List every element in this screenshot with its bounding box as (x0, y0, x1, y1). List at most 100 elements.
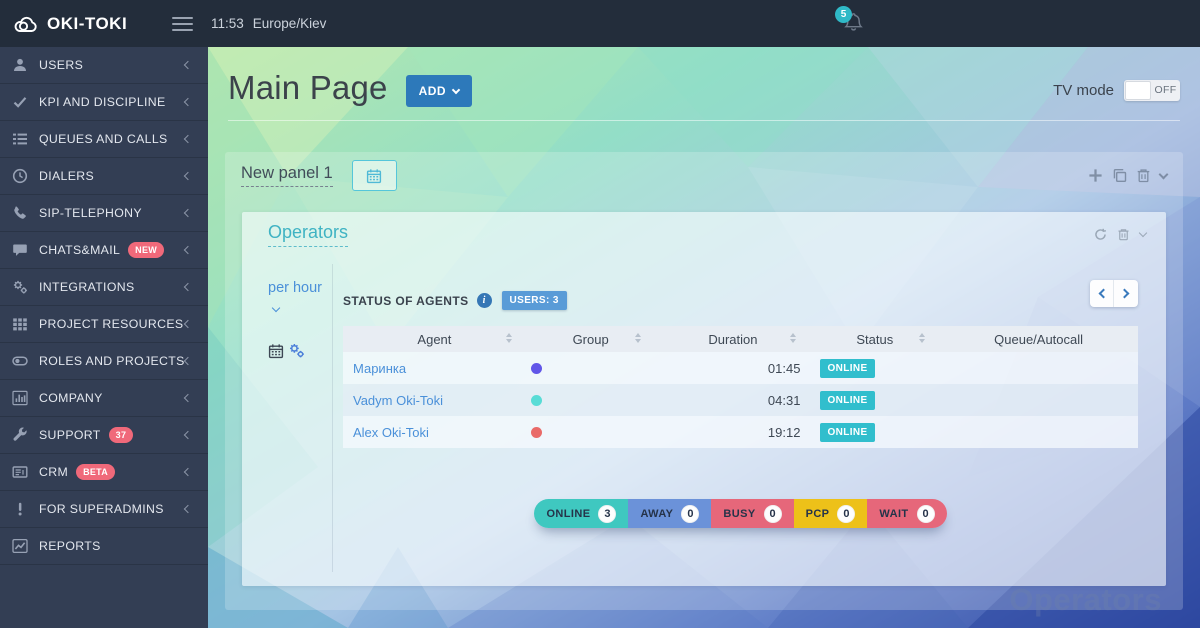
tv-mode-label: TV mode (1053, 82, 1114, 99)
duration-cell: 01:45 (655, 352, 810, 384)
grid-icon (12, 316, 28, 332)
chevron-left-icon (184, 135, 192, 143)
sidebar-item-label: KPI AND DISCIPLINE (39, 95, 166, 109)
check-icon (12, 94, 28, 110)
group-color-dot (531, 395, 542, 406)
info-icon[interactable]: i (477, 293, 492, 308)
sidebar-item-dialers[interactable]: DIALERS (0, 158, 208, 195)
status-segment-count: 0 (917, 505, 935, 523)
sort-control[interactable] (506, 333, 512, 343)
chevron-left-icon (1098, 289, 1108, 299)
chevron-left-icon (184, 431, 192, 439)
sidebar-item-queues-and-calls[interactable]: QUEUES AND CALLS (0, 121, 208, 158)
sidebar-item-kpi-and-discipline[interactable]: KPI AND DISCIPLINE (0, 84, 208, 121)
delete-panel-icon[interactable] (1136, 168, 1151, 183)
agent-link[interactable]: Vadym Oki-Toki (343, 393, 443, 408)
widget-calendar-icon[interactable] (268, 343, 284, 359)
clock: 11:53 Europe/Kiev (211, 16, 326, 31)
collapse-panel-icon[interactable] (1159, 169, 1169, 179)
notifications-button[interactable]: 5 (843, 11, 864, 39)
table-header: Agent Group Duration Status Queue/Autoca… (343, 326, 1138, 352)
status-segment-label: ONLINE (546, 508, 590, 520)
collapse-widget-icon[interactable] (1139, 229, 1147, 237)
sidebar-item-sip-telephony[interactable]: SIP-TELEPHONY (0, 195, 208, 232)
widget-watermark: Operators (1009, 582, 1162, 618)
toggle-knob (1125, 81, 1151, 100)
sidebar-item-label: SUPPORT (39, 428, 101, 442)
list-icon (12, 131, 28, 147)
status-filter-online[interactable]: ONLINE 3 (534, 499, 628, 528)
sidebar-item-label: CRM (39, 465, 68, 479)
sidebar-item-badge: 37 (109, 427, 134, 443)
chevron-left-icon (184, 468, 192, 476)
page-title: Main Page (228, 69, 388, 107)
sidebar-item-roles-and-projects[interactable]: ROLES AND PROJECTS (0, 343, 208, 380)
sidebar-item-crm[interactable]: CRM BETA (0, 454, 208, 491)
prev-page-button[interactable] (1090, 280, 1114, 307)
sidebar-item-company[interactable]: COMPANY (0, 380, 208, 417)
status-filter-busy[interactable]: BUSY 0 (711, 499, 793, 528)
sidebar-nav: USERS KPI AND DISCIPLINE QUEUES AND CALL… (0, 47, 208, 565)
chevron-down-icon (452, 85, 460, 93)
sort-control[interactable] (635, 333, 641, 343)
panel-calendar-button[interactable] (352, 160, 397, 191)
chevron-left-icon (184, 357, 192, 365)
status-summary: ONLINE 3 AWAY 0 BUSY 0 PCP 0 WAIT 0 (343, 499, 1138, 528)
sidebar-item-chats-mail[interactable]: CHATS&MAIL NEW (0, 232, 208, 269)
sort-control[interactable] (919, 333, 925, 343)
clock-icon (12, 168, 28, 184)
group-color-dot (531, 427, 542, 438)
sidebar-item-users[interactable]: USERS (0, 47, 208, 84)
copy-panel-icon[interactable] (1112, 168, 1127, 183)
add-button[interactable]: ADD (406, 75, 473, 107)
sort-control[interactable] (790, 333, 796, 343)
menu-toggle-icon[interactable] (172, 17, 193, 31)
duration-cell: 19:12 (655, 416, 810, 448)
status-summary-bar: ONLINE 3 AWAY 0 BUSY 0 PCP 0 WAIT 0 (534, 499, 946, 528)
status-segment-count: 0 (837, 505, 855, 523)
widget-header: Operators (242, 212, 1166, 256)
line-chart-icon (12, 538, 28, 554)
table-row: Маринка 01:45 ONLINE (343, 352, 1138, 384)
sidebar-item-for-superadmins[interactable]: FOR SUPERADMINS (0, 491, 208, 528)
tv-mode-toggle[interactable]: OFF (1124, 80, 1180, 101)
chevron-left-icon (184, 172, 192, 180)
status-filter-pcp[interactable]: PCP 0 (794, 499, 868, 528)
toggle-icon (12, 353, 28, 369)
add-widget-icon[interactable] (1088, 168, 1103, 183)
sidebar-item-reports[interactable]: REPORTS (0, 528, 208, 565)
sidebar-item-label: FOR SUPERADMINS (39, 502, 164, 516)
queue-cell (939, 352, 1138, 384)
gears-icon (12, 279, 28, 295)
status-filter-wait[interactable]: WAIT 0 (867, 499, 946, 528)
sidebar-item-project-resources[interactable]: PROJECT RESOURCES (0, 306, 208, 343)
widget-settings-gear-icon[interactable] (288, 342, 305, 359)
sidebar: USERS KPI AND DISCIPLINE QUEUES AND CALL… (0, 47, 208, 628)
status-badge: ONLINE (820, 423, 874, 442)
section-title: STATUS OF AGENTS (343, 294, 469, 308)
agent-link[interactable]: Alex Oki-Toki (343, 425, 429, 440)
table-row: Alex Oki-Toki 19:12 ONLINE (343, 416, 1138, 448)
agent-link[interactable]: Маринка (343, 361, 406, 376)
table-body: Маринка 01:45 ONLINE Vadym Oki-Toki 04:3… (343, 352, 1138, 448)
chevron-left-icon (184, 283, 192, 291)
delete-widget-icon[interactable] (1117, 228, 1130, 241)
time: 11:53 (211, 16, 244, 31)
panel-title[interactable]: New panel 1 (241, 164, 333, 187)
sidebar-item-label: INTEGRATIONS (39, 280, 135, 294)
refresh-icon[interactable] (1094, 228, 1107, 241)
sidebar-item-label: SIP-TELEPHONY (39, 206, 142, 220)
status-segment-label: WAIT (879, 508, 908, 520)
brand-logo[interactable]: OKI-TOKI (0, 14, 150, 34)
sidebar-item-integrations[interactable]: INTEGRATIONS (0, 269, 208, 306)
widget-title[interactable]: Operators (268, 222, 348, 247)
group-color-dot (531, 363, 542, 374)
next-page-button[interactable] (1114, 280, 1138, 307)
status-filter-away[interactable]: AWAY 0 (628, 499, 711, 528)
sidebar-item-support[interactable]: SUPPORT 37 (0, 417, 208, 454)
period-select[interactable]: per hour (268, 278, 322, 320)
sidebar-item-label: QUEUES AND CALLS (39, 132, 168, 146)
chevron-left-icon (184, 98, 192, 106)
timezone: Europe/Kiev (253, 16, 327, 31)
wrench-icon (12, 427, 28, 443)
